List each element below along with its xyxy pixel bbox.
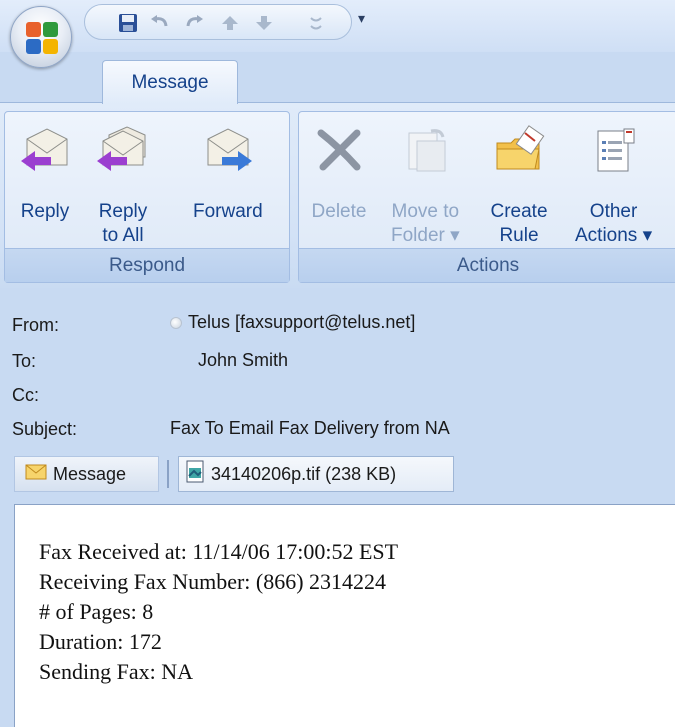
other-label-line1: Other bbox=[589, 201, 638, 222]
office-logo-icon bbox=[26, 22, 58, 54]
delete-button[interactable]: Delete bbox=[307, 120, 371, 224]
group-actions: Delete Move to Folder ▾ Create Rule Othe… bbox=[298, 111, 675, 283]
quick-access-toolbar bbox=[84, 4, 352, 40]
move-to-folder-label: Move to Folder ▾ bbox=[391, 200, 460, 248]
other-actions-icon bbox=[582, 120, 646, 180]
ribbon: Reply Reply to All Forward Respond Delet… bbox=[0, 102, 675, 288]
save-icon[interactable] bbox=[115, 11, 141, 35]
body-line: Sending Fax: NA bbox=[39, 659, 193, 684]
to-value[interactable]: John Smith bbox=[198, 350, 288, 371]
tab-message[interactable]: Message bbox=[102, 60, 238, 104]
body-line: # of Pages: 8 bbox=[39, 599, 154, 624]
forward-button[interactable]: Forward bbox=[193, 120, 263, 224]
redo-icon[interactable] bbox=[181, 11, 207, 35]
other-label-line2: Actions ▾ bbox=[575, 225, 653, 246]
other-actions-label: Other Actions ▾ bbox=[575, 200, 652, 248]
delete-icon bbox=[307, 120, 371, 180]
reply-all-label-line1: Reply bbox=[98, 201, 148, 222]
qat-chevron-icon[interactable] bbox=[301, 11, 331, 35]
reply-all-icon bbox=[91, 120, 155, 180]
message-view-label: Message bbox=[53, 463, 127, 484]
create-rule-icon bbox=[487, 120, 551, 180]
subject-value: Fax To Email Fax Delivery from NA bbox=[170, 418, 450, 438]
from-value: Telus [faxsupport@telus.net] bbox=[188, 312, 416, 332]
reply-icon bbox=[13, 120, 77, 180]
separator bbox=[167, 460, 169, 488]
attachment-bar: Message 34140206p.tif (238 KB) bbox=[0, 450, 675, 498]
forward-icon bbox=[196, 120, 260, 180]
create-rule-button[interactable]: Create Rule bbox=[487, 120, 551, 248]
forward-label: Forward bbox=[193, 201, 263, 222]
cc-label: Cc: bbox=[12, 384, 39, 405]
message-header: From: Telus [faxsupport@telus.net] To: J… bbox=[0, 292, 675, 445]
create-rule-label: Create Rule bbox=[490, 200, 547, 248]
envelope-icon bbox=[25, 464, 47, 485]
move-to-folder-icon bbox=[393, 120, 457, 180]
body-line: Receiving Fax Number: (866) 2314224 bbox=[39, 569, 387, 594]
down-arrow-icon[interactable] bbox=[251, 11, 277, 35]
reply-label: Reply bbox=[20, 201, 70, 222]
from-field[interactable]: Telus [faxsupport@telus.net] bbox=[170, 312, 415, 333]
presence-icon bbox=[170, 316, 182, 329]
attachment-name: 34140206p.tif (238 KB) bbox=[211, 463, 397, 484]
undo-icon[interactable] bbox=[147, 11, 173, 35]
other-actions-button[interactable]: Other Actions ▾ bbox=[575, 120, 652, 248]
delete-label: Delete bbox=[311, 201, 367, 222]
subject-label: Subject: bbox=[12, 418, 78, 439]
from-label: From: bbox=[12, 314, 59, 335]
move-label-line1: Move to bbox=[391, 201, 460, 222]
reply-all-button[interactable]: Reply to All bbox=[91, 120, 155, 248]
customize-qat-icon[interactable]: ▾ bbox=[358, 10, 365, 27]
tif-file-icon bbox=[185, 460, 207, 489]
reply-all-label: Reply to All bbox=[99, 200, 148, 248]
body-line: Duration: 172 bbox=[39, 629, 162, 654]
create-label-line1: Create bbox=[490, 201, 548, 222]
office-button[interactable] bbox=[10, 6, 72, 68]
group-respond-label: Respond bbox=[5, 248, 289, 282]
message-body[interactable]: Fax Received at: 11/14/06 17:00:52 EST R… bbox=[14, 504, 675, 727]
group-actions-label: Actions bbox=[299, 248, 675, 282]
to-label: To: bbox=[12, 350, 37, 371]
create-label-line2: Rule bbox=[499, 225, 539, 246]
move-label-line2: Folder ▾ bbox=[391, 225, 460, 246]
reply-button[interactable]: Reply bbox=[13, 120, 77, 224]
group-respond: Reply Reply to All Forward Respond bbox=[4, 111, 290, 283]
up-arrow-icon[interactable] bbox=[217, 11, 243, 35]
reply-all-label-line2: to All bbox=[102, 225, 144, 246]
body-line: Fax Received at: 11/14/06 17:00:52 EST bbox=[39, 539, 399, 564]
move-to-folder-button[interactable]: Move to Folder ▾ bbox=[391, 120, 460, 248]
title-bar: ▾ bbox=[0, 0, 675, 52]
attachment-item[interactable]: 34140206p.tif (238 KB) bbox=[178, 456, 454, 492]
message-body-text: Fax Received at: 11/14/06 17:00:52 EST R… bbox=[39, 537, 398, 687]
message-view-button[interactable]: Message bbox=[14, 456, 159, 492]
